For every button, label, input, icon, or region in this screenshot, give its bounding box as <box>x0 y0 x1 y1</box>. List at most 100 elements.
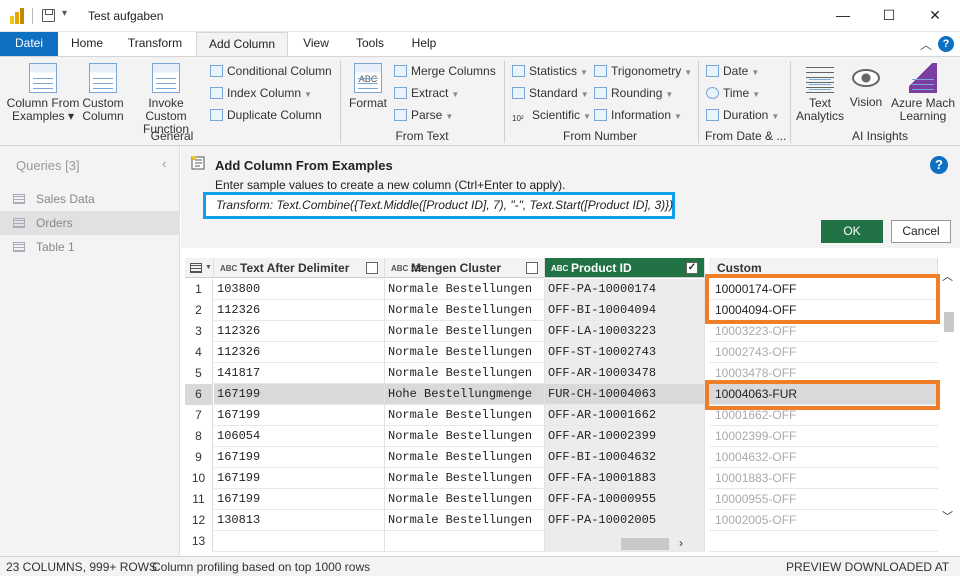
data-grid: ▼ ABC Text After Delimiter ABC 123Mengen … <box>181 248 960 556</box>
chevron-left-icon[interactable]: ‹ <box>162 156 166 171</box>
duplicate-column-button[interactable]: Duplicate Column <box>210 105 322 125</box>
minimize-button[interactable]: — <box>820 0 866 32</box>
dropdown-arrow-icon: ▼ <box>674 112 682 121</box>
time-button[interactable]: Time ▼ <box>706 83 760 103</box>
cell-product-id: OFF-PA-10002005 <box>545 510 705 531</box>
merge-columns-button[interactable]: Merge Columns <box>394 61 496 81</box>
dropdown-arrow-icon: ▼ <box>752 90 761 99</box>
label: Table 1 <box>36 240 75 254</box>
standard-button[interactable]: Standard ▼ <box>512 83 589 103</box>
calendar-icon <box>706 65 719 77</box>
row-number: 5 <box>185 363 213 384</box>
format-button[interactable]: ABC Format <box>346 61 390 110</box>
row-number: 4 <box>185 342 213 363</box>
row-number: 7 <box>185 405 213 426</box>
custom-preview-cell[interactable]: 10004632-OFF <box>709 447 938 468</box>
cell-mengen-cluster: Normale Bestellungen <box>385 489 545 510</box>
date-button[interactable]: Date ▼ <box>706 61 759 81</box>
index-column-button[interactable]: Index Column ▼ <box>210 83 312 103</box>
parse-button[interactable]: Parse ▼ <box>394 105 453 125</box>
tab-transform[interactable]: Transform <box>118 32 192 56</box>
statistics-button[interactable]: Statistics ▼ <box>512 61 588 81</box>
custom-preview-cell[interactable]: 10002399-OFF <box>709 426 938 447</box>
azure-ml-button[interactable]: Azure Mach Learning <box>886 61 960 123</box>
custom-preview-cell[interactable]: 10002005-OFF <box>709 510 938 531</box>
cancel-button[interactable]: Cancel <box>891 220 951 243</box>
column-checkbox[interactable] <box>526 262 538 274</box>
maximize-button[interactable]: ☐ <box>866 0 912 32</box>
query-item-table-1[interactable]: Table 1 <box>0 235 180 259</box>
conditional-column-button[interactable]: Conditional Column <box>210 61 332 81</box>
invoke-custom-function-button[interactable]: Invoke Custom Function <box>126 61 206 136</box>
cell-mengen-cluster: Normale Bestellungen <box>385 405 545 426</box>
custom-preview-cell[interactable]: 10003223-OFF <box>709 321 938 342</box>
quick-access-dropdown-icon[interactable]: ▾ <box>62 8 67 19</box>
help-icon[interactable]: ? <box>938 36 954 52</box>
help-icon[interactable]: ? <box>930 156 948 174</box>
custom-preview-cell[interactable] <box>709 531 938 552</box>
duration-button[interactable]: Duration ▼ <box>706 105 779 125</box>
scientific-button[interactable]: 10² Scientific ▼ <box>512 105 591 125</box>
column-checkbox-checked[interactable]: ✓ <box>686 262 698 274</box>
query-item-orders[interactable]: Orders <box>0 211 180 235</box>
close-button[interactable]: ✕ <box>912 0 958 32</box>
rounding-icon <box>594 87 607 99</box>
scroll-up-icon[interactable]: ︿ <box>942 268 953 284</box>
panel-subtitle: Enter sample values to create a new colu… <box>215 178 566 192</box>
duration-icon <box>706 109 719 121</box>
dropdown-arrow-icon: ▼ <box>684 68 693 77</box>
label: Format <box>348 96 387 110</box>
standard-icon <box>512 87 525 99</box>
collapse-ribbon-icon[interactable]: ︿ <box>920 36 932 53</box>
text-analytics-button[interactable]: Text Analytics <box>794 61 846 123</box>
tab-help[interactable]: Help <box>402 32 446 56</box>
custom-column-button[interactable]: Custom Column <box>82 61 124 123</box>
cell-product-id: OFF-BI-10004094 <box>545 300 705 321</box>
function-icon <box>152 63 180 93</box>
tab-add-column[interactable]: Add Column <box>196 32 288 56</box>
cell-text-after-delimiter: 103800 <box>214 279 385 300</box>
divider <box>790 61 791 143</box>
cell-mengen-cluster: Normale Bestellungen <box>385 510 545 531</box>
horizontal-scrollbar[interactable]: › <box>213 536 703 552</box>
table-icon <box>13 194 25 204</box>
row-number: 13 <box>185 531 213 552</box>
extract-button[interactable]: Extract ▼ <box>394 83 459 103</box>
column-checkbox[interactable] <box>366 262 378 274</box>
row-number: 8 <box>185 426 213 447</box>
scroll-thumb[interactable] <box>621 538 669 550</box>
tab-tools[interactable]: Tools <box>346 32 394 56</box>
dropdown-arrow-icon: ▼ <box>304 90 312 99</box>
custom-preview-cell[interactable]: 10001883-OFF <box>709 468 938 489</box>
tab-view[interactable]: View <box>294 32 338 56</box>
cell-product-id: OFF-AR-10002399 <box>545 426 705 447</box>
query-item-sales-data[interactable]: Sales Data <box>0 187 180 211</box>
save-icon[interactable] <box>42 9 55 22</box>
status-profiling[interactable]: Column profiling based on top 1000 rows <box>152 558 370 576</box>
vertical-scrollbar[interactable]: ︿ ﹀ <box>938 268 960 528</box>
tab-datei[interactable]: Datei <box>0 32 58 56</box>
tab-home[interactable]: Home <box>62 32 112 56</box>
column-header-mengen-cluster[interactable]: ABC 123Mengen Cluster <box>385 258 545 278</box>
trigonometry-button[interactable]: Trigonometry ▼ <box>594 61 692 81</box>
information-button[interactable]: Information ▼ <box>594 105 682 125</box>
ok-button[interactable]: OK <box>821 220 883 243</box>
column-from-examples-button[interactable]: Column From Examples ▾ <box>6 61 80 123</box>
column-header-text-after-delimiter[interactable]: ABC Text After Delimiter <box>214 258 385 278</box>
type-text-icon: ABC <box>220 264 238 273</box>
dropdown-arrow-icon: ▼ <box>771 112 780 121</box>
label: Merge Columns <box>411 64 496 78</box>
rounding-button[interactable]: Rounding ▼ <box>594 83 673 103</box>
table-icon <box>13 218 25 228</box>
scroll-thumb[interactable] <box>944 312 954 332</box>
vision-button[interactable]: Vision <box>846 61 886 109</box>
select-all-table-icon[interactable]: ▼ <box>185 258 214 278</box>
row-number: 1 <box>185 279 213 300</box>
column-header-product-id[interactable]: ABC Product ID ✓ <box>545 258 705 278</box>
group-label-from-number: From Number <box>562 129 637 143</box>
custom-preview-cell[interactable]: 10000955-OFF <box>709 489 938 510</box>
label: Examples ▾ <box>11 109 75 123</box>
scroll-down-icon[interactable]: ﹀ <box>942 508 953 524</box>
scroll-right-icon[interactable]: › <box>679 536 683 550</box>
custom-preview-cell[interactable]: 10002743-OFF <box>709 342 938 363</box>
